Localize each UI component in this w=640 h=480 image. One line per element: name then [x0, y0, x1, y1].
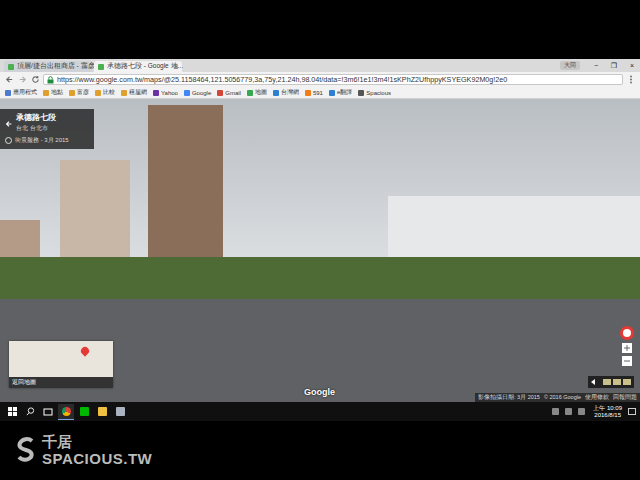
bookmark[interactable]: Gmail [217, 90, 241, 96]
tab-close-button[interactable]: × [174, 63, 178, 70]
tab-close-button[interactable]: × [84, 63, 88, 70]
browser-tab[interactable]: 承德路七段 - Google 地... × [94, 61, 182, 72]
tray-icon[interactable] [552, 408, 559, 415]
url-field[interactable]: https://www.google.com.tw/maps/@25.11584… [43, 74, 623, 85]
bookmark-icon [247, 90, 253, 96]
bookmarks-bar: 應用程式 地點 富彦 比較 租屋網 Yahoo Google Gmail 地圖 … [0, 87, 640, 99]
bookmark-icon [5, 90, 11, 96]
taskbar-clock[interactable]: 上午 10:09 2016/8/15 [589, 405, 626, 419]
bookmark[interactable]: 台灣網 [273, 88, 299, 97]
chrome-icon[interactable] [58, 404, 74, 420]
google-logo: Google [304, 387, 335, 397]
tab-bar: 頂層/捷台出租商店 - 富彦... × 承德路七段 - Google 地... … [0, 59, 640, 72]
top-letterbox [0, 0, 640, 59]
clock-icon [5, 137, 12, 144]
bookmark[interactable]: e翻譯 [329, 88, 352, 97]
bookmark[interactable]: 富彦 [69, 88, 89, 97]
folder-icon[interactable] [94, 404, 110, 420]
menu-icon[interactable] [626, 75, 636, 85]
mini-map[interactable]: 返回地圖 [9, 341, 113, 388]
bookmark-icon [153, 90, 159, 96]
bookmark[interactable]: 地點 [43, 88, 63, 97]
location-card: 承德路七段 台北 台北市 街景服務 - 3月 2015 [0, 109, 94, 149]
spacious-logo-icon [14, 435, 38, 467]
address-bar: https://www.google.com.tw/maps/@25.11584… [0, 72, 640, 87]
back-arrow-icon[interactable] [5, 113, 13, 132]
footer-link[interactable]: © 2016 Google [544, 394, 581, 401]
browser-tab[interactable]: 頂層/捷台出租商店 - 富彦... × [4, 61, 92, 72]
notification-icon[interactable] [628, 408, 636, 415]
bookmark[interactable]: Spacious [358, 90, 391, 96]
zoom-in-icon[interactable] [622, 343, 632, 353]
favicon-icon [8, 64, 14, 70]
tray-icon[interactable] [578, 408, 585, 415]
bookmark[interactable]: 地圖 [247, 88, 267, 97]
tray-icon[interactable] [565, 408, 572, 415]
lock-icon [47, 76, 54, 84]
bookmark-icon [329, 90, 335, 96]
bookmark[interactable]: Google [184, 90, 211, 96]
compass-icon[interactable] [620, 326, 634, 340]
line-icon[interactable] [76, 404, 92, 420]
prev-icon[interactable] [591, 379, 595, 385]
window-control-button[interactable]: ❐ [606, 62, 622, 70]
zoom-out-icon[interactable] [622, 356, 632, 366]
windows-start-icon[interactable] [4, 404, 20, 420]
footer-link[interactable]: 影像拍攝日期: 3月 2015 [478, 394, 540, 401]
app-icon[interactable] [112, 404, 128, 420]
footer-link[interactable]: 使用條款 [585, 394, 609, 401]
bookmark[interactable]: 591 [305, 90, 323, 96]
screen: 頂層/捷台出租商店 - 富彦... × 承德路七段 - Google 地... … [0, 59, 640, 421]
bookmark-icon [43, 90, 49, 96]
back-icon[interactable] [4, 75, 14, 85]
watermark: 千居 SPACIOUS.TW [14, 434, 152, 467]
map-pin-icon [79, 345, 90, 356]
bookmark-icon [69, 90, 75, 96]
profile-button[interactable]: 大同 [560, 61, 580, 70]
window-control-button[interactable]: − [588, 62, 604, 69]
bookmark[interactable]: 應用程式 [5, 88, 37, 97]
photo-strip[interactable] [588, 376, 634, 388]
bookmark-icon [217, 90, 223, 96]
task-view-icon[interactable] [40, 404, 56, 420]
taskbar: 上午 10:09 2016/8/15 [0, 402, 640, 421]
reload-icon[interactable] [30, 75, 40, 85]
window-control-button[interactable]: × [624, 62, 640, 69]
search-icon[interactable] [22, 404, 38, 420]
bookmark-icon [358, 90, 364, 96]
bookmark[interactable]: 租屋網 [121, 88, 147, 97]
bookmark-icon [305, 90, 311, 96]
map-footer: 影像拍攝日期: 3月 2015 © 2016 Google 使用條款回報問題 [475, 393, 640, 402]
bottom-letterbox: 千居 SPACIOUS.TW [0, 421, 640, 480]
forward-icon[interactable] [17, 75, 27, 85]
favicon-icon [98, 64, 104, 70]
bookmark-icon [121, 90, 127, 96]
bookmark-icon [95, 90, 101, 96]
footer-link[interactable]: 回報問題 [613, 394, 637, 401]
bookmark-icon [184, 90, 190, 96]
bookmark[interactable]: Yahoo [153, 90, 178, 96]
bookmark[interactable]: 比較 [95, 88, 115, 97]
street-view[interactable]: 承德路七段 台北 台北市 街景服務 - 3月 2015 返回地圖 Google … [0, 99, 640, 402]
page: 頂層/捷台出租商店 - 富彦... × 承德路七段 - Google 地... … [0, 0, 640, 480]
bookmark-icon [273, 90, 279, 96]
view-controls [620, 326, 634, 366]
